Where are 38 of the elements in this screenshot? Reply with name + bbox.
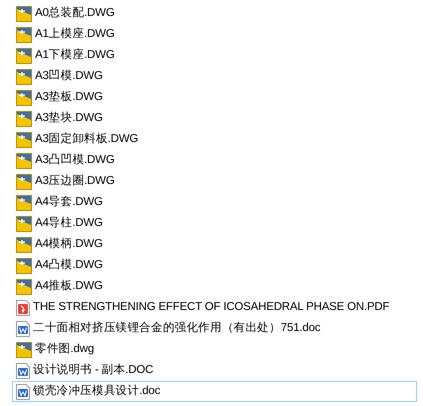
document-file-icon: [16, 320, 30, 336]
drawing-file-icon: [16, 216, 32, 232]
file-item[interactable]: A3凸凹模.DWG: [12, 150, 417, 171]
file-item[interactable]: A3凹模.DWG: [12, 66, 417, 87]
pdf-file-icon: [16, 300, 30, 316]
file-item[interactable]: A3垫块.DWG: [12, 108, 417, 129]
drawing-file-icon: [16, 6, 32, 22]
drawing-file-icon: [16, 90, 32, 106]
file-item[interactable]: A4导柱.DWG: [12, 213, 417, 234]
file-item[interactable]: 锁壳冷冲压模具设计.doc: [12, 381, 417, 402]
file-item[interactable]: A3垫板.DWG: [12, 87, 417, 108]
file-item[interactable]: A3固定卸料板.DWG: [12, 129, 417, 150]
drawing-file-icon: [16, 194, 32, 210]
drawing-file-icon: [16, 174, 32, 190]
file-item[interactable]: A4模柄.DWG: [12, 234, 417, 255]
file-item[interactable]: 设计说明书 - 副本.DOC: [12, 360, 417, 381]
drawing-file-icon: [16, 110, 32, 126]
file-item[interactable]: A1上模座.DWG: [12, 24, 417, 45]
drawing-file-icon: [16, 26, 32, 42]
file-item[interactable]: A4导套.DWG: [12, 192, 417, 213]
file-item[interactable]: 零件图.dwg: [12, 339, 417, 360]
file-item[interactable]: A4凸模.DWG: [12, 255, 417, 276]
document-file-icon: [16, 362, 30, 378]
drawing-file-icon: [16, 236, 32, 252]
drawing-file-icon: [16, 132, 32, 148]
drawing-file-icon: [16, 48, 32, 64]
drawing-file-icon: [16, 342, 32, 358]
file-item[interactable]: A0总装配.DWG: [12, 3, 417, 24]
drawing-file-icon: [16, 68, 32, 84]
drawing-file-icon: [16, 152, 32, 168]
file-item[interactable]: A3压边圈.DWG: [12, 171, 417, 192]
drawing-file-icon: [16, 278, 32, 294]
drawing-file-icon: [16, 258, 32, 274]
file-item[interactable]: 二十面相对挤压镁锂合金的强化作用（有出处）751.doc: [12, 318, 417, 339]
document-file-icon: [16, 384, 30, 400]
file-item[interactable]: THE STRENGTHENING EFFECT OF ICOSAHEDRAL PHASE ON.PDF: [12, 297, 417, 318]
file-item[interactable]: A4推板.DWG: [12, 276, 417, 297]
file-item[interactable]: A1下模座.DWG: [12, 45, 417, 66]
